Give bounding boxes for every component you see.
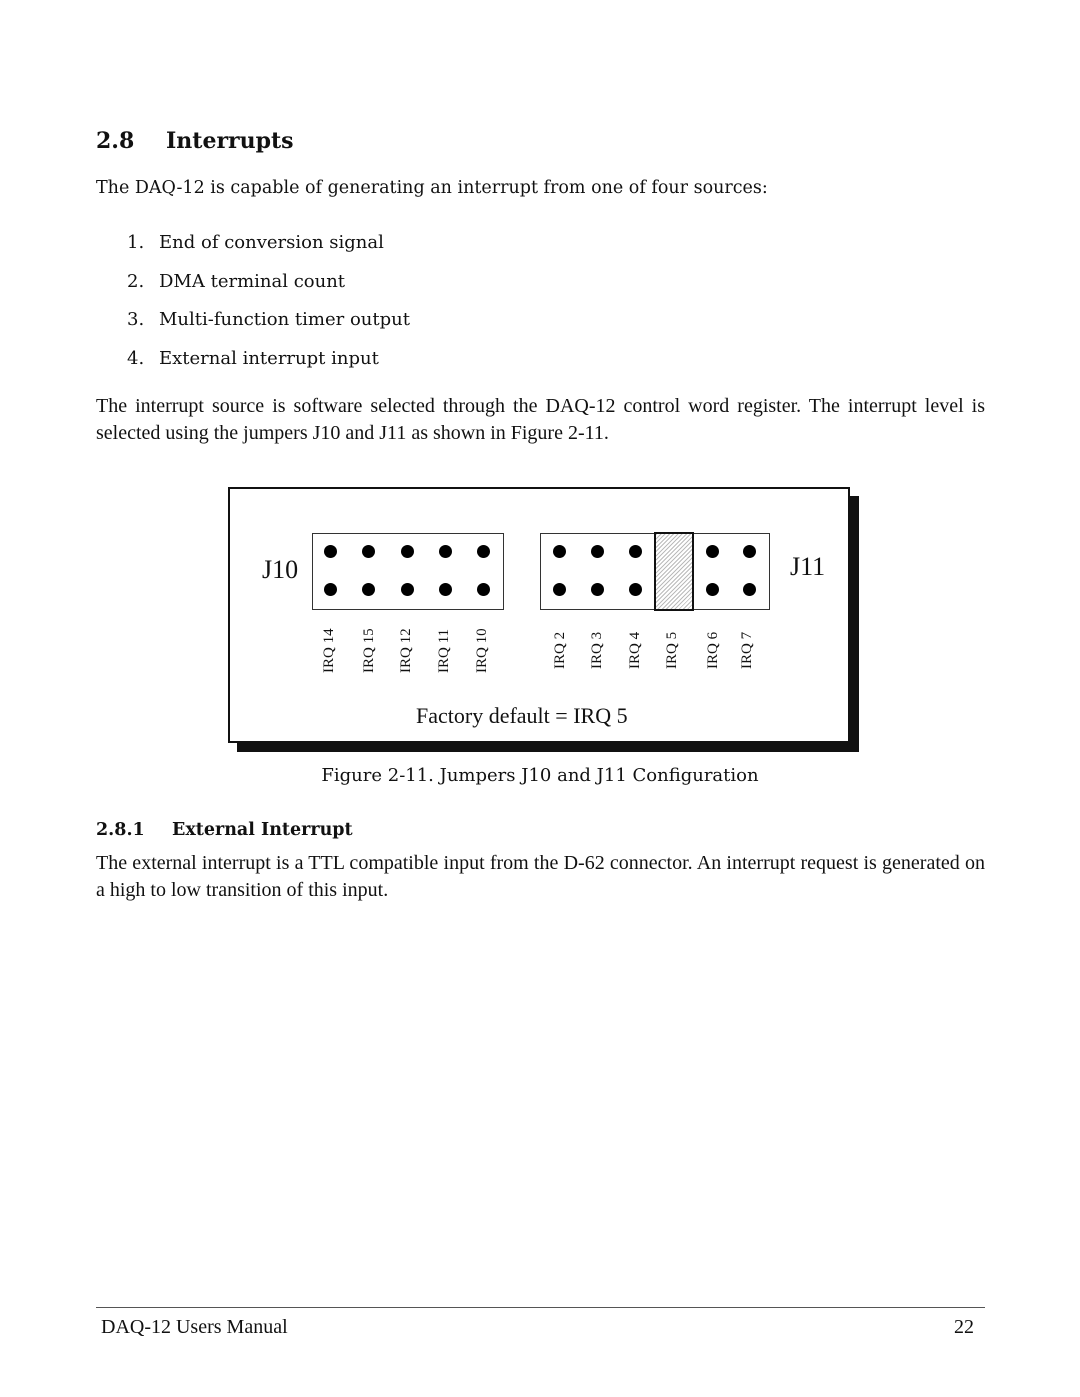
list-item: 4. External interrupt input [127,348,410,387]
pin [591,583,604,596]
irq-label: IRQ 3 [589,631,605,669]
subsection-number: 2.8.1 [96,820,145,840]
j10-header [312,533,504,610]
pin [629,545,642,558]
list-item: 2. DMA terminal count [127,271,410,310]
list-text: DMA terminal count [159,270,346,292]
list-text: Multi-function timer output [159,309,410,331]
pin [401,583,414,596]
irq-label: IRQ 6 [705,631,721,669]
pin [591,545,604,558]
pin [439,545,452,558]
pin [706,545,719,558]
j10-label: J10 [262,555,299,584]
interrupt-sources-list: 1. End of conversion signal 2. DMA termina… [127,232,410,387]
selection-paragraph: The interrupt source is software selecte… [96,395,985,444]
list-item: 3. Multi-function timer output [127,309,410,348]
pin [629,583,642,596]
pin [477,545,490,558]
external-interrupt-paragraph: The external interrupt is a TTL compatib… [96,852,985,901]
list-number: 2. [127,270,145,292]
subsection-title: External Interrupt [172,820,353,840]
list-text: End of conversion signal [159,232,384,253]
list-text: External interrupt input [159,348,379,370]
pin [743,583,756,596]
list-item: 1. End of conversion signal [127,232,410,271]
footer-title: DAQ-12 Users Manual [101,1316,288,1338]
jumper-figure: J10 J11 IRQ 14 IRQ 15 IRQ 12 IRQ 11 IRQ … [228,487,850,743]
list-number: 4. [127,348,145,370]
pin [743,545,756,558]
pin [477,583,490,596]
pin [439,583,452,596]
subsection-heading: 2.8.1 External Interrupt [96,820,353,840]
irq-label: IRQ 12 [398,628,414,673]
footer-divider [96,1307,985,1308]
irq-label: IRQ 4 [627,631,643,669]
intro-paragraph: The DAQ-12 is capable of generating an i… [96,178,768,198]
list-number: 3. [127,309,145,331]
pin [553,545,566,558]
pin [706,583,719,596]
irq-label: IRQ 7 [739,631,755,669]
figure-caption: Figure 2-11. Jumpers J10 and J11 Configu… [321,765,759,786]
section-number: 2.8 [96,128,135,154]
irq-label: IRQ 14 [321,628,337,673]
pin [324,545,337,558]
pin [324,583,337,596]
page-number: 22 [954,1316,974,1338]
factory-default-note: Factory default = IRQ 5 [416,703,628,728]
section-title: Interrupts [166,128,294,154]
list-number: 1. [127,232,145,253]
pin [362,545,375,558]
irq-label: IRQ 5 [664,631,680,669]
irq-label: IRQ 2 [552,631,568,669]
jumper-shunt-irq5 [654,532,694,611]
irq-label: IRQ 10 [474,628,490,673]
section-heading: 2.8 Interrupts [96,128,294,154]
j11-label: J11 [790,552,826,581]
pin [362,583,375,596]
pin [401,545,414,558]
irq-label: IRQ 15 [361,628,377,673]
pin [553,583,566,596]
irq-label: IRQ 11 [436,628,452,673]
